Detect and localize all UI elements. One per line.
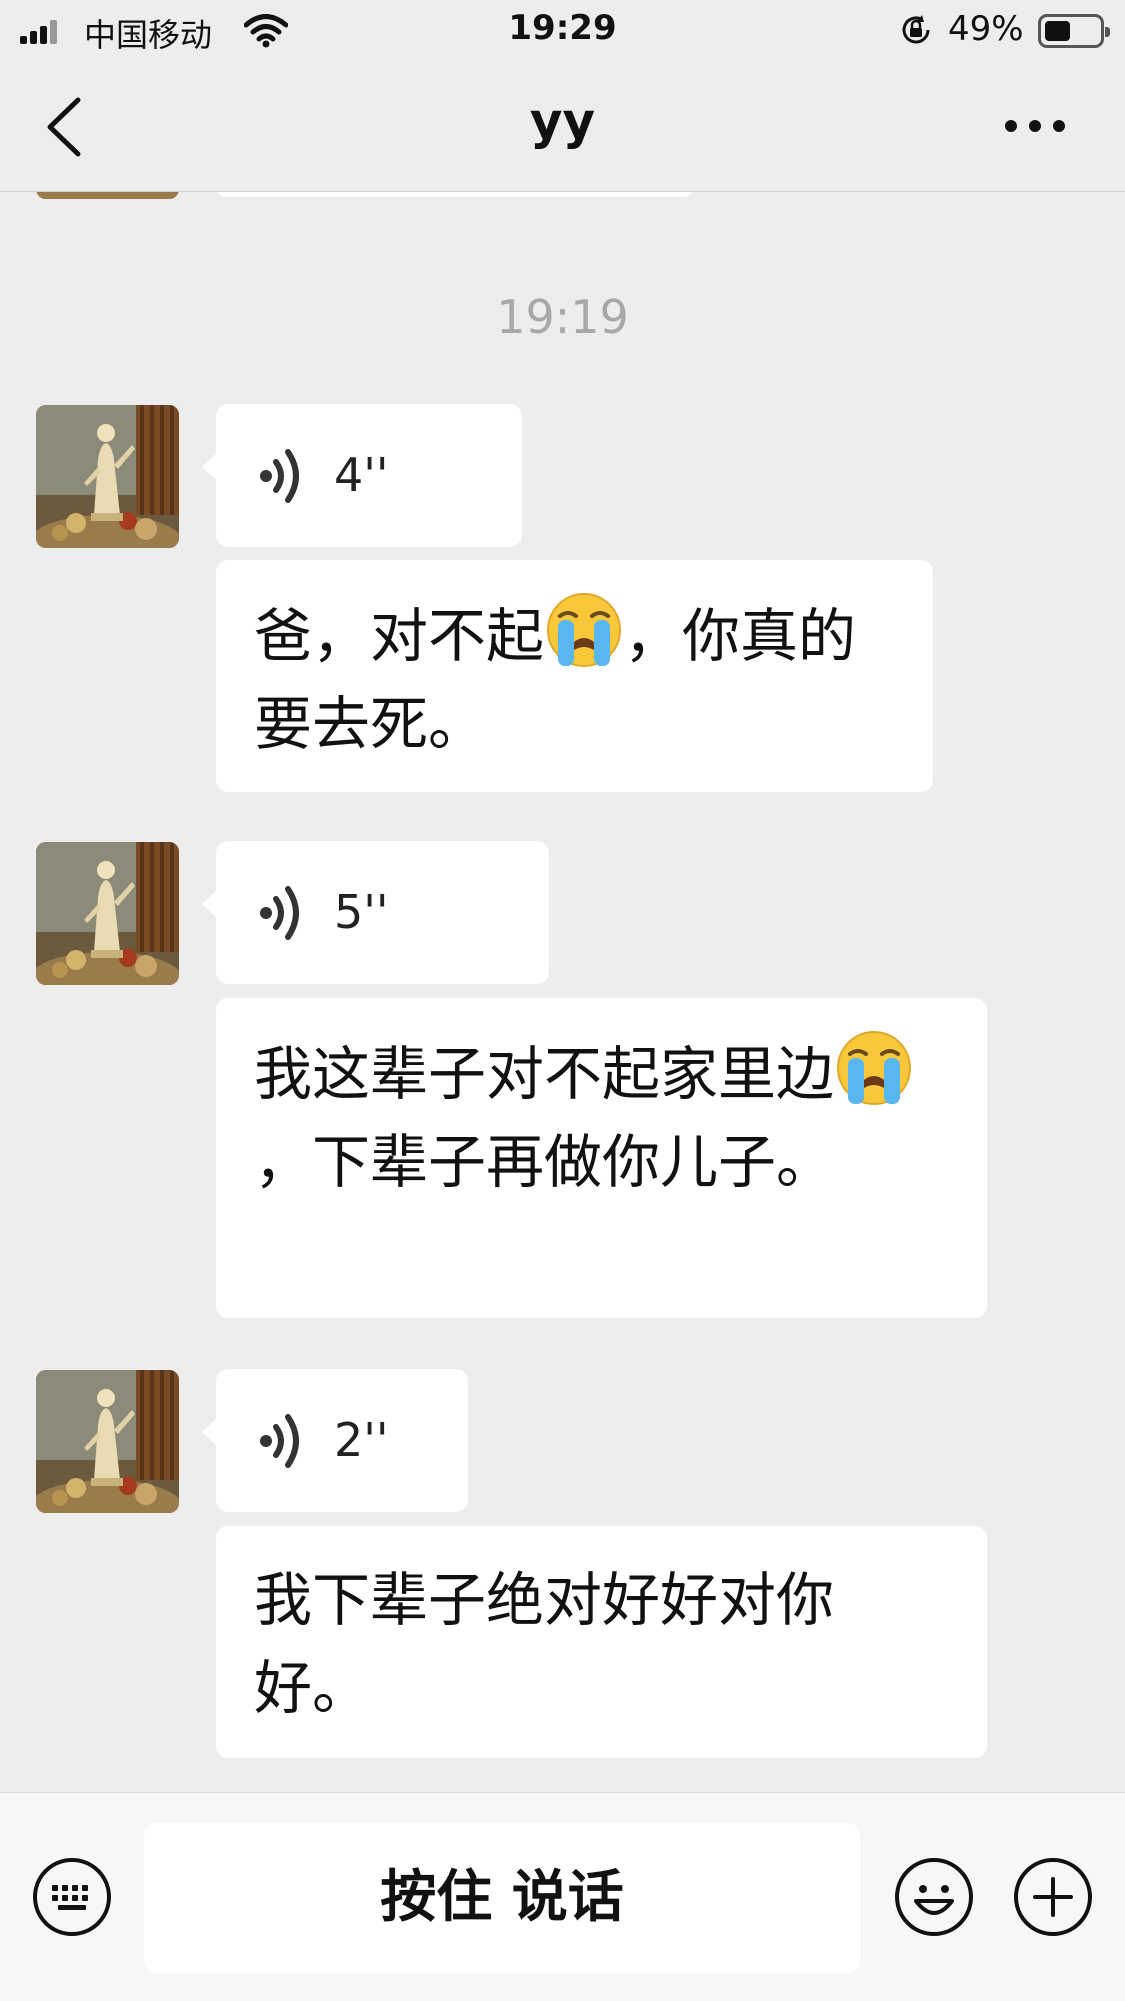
chat-area[interactable]: 19:19 4'' 爸，对不起 ，你真的要去死。 5'' 我这辈子对不起家里边 ，下… [0,192,1125,1792]
emoji-icon[interactable] [894,1857,974,1937]
voice-duration: 5'' [334,885,389,939]
voice-message-bubble[interactable]: 4'' [202,404,522,547]
plus-icon[interactable] [1013,1857,1093,1937]
chat-title: yy [529,92,596,150]
status-bar: 中国移动 19:29 49% [0,0,1125,62]
voice-wave-icon [258,883,306,943]
voice-wave-icon [258,446,306,506]
orientation-lock-icon [902,15,930,44]
input-toolbar: 按住 说话 [0,1792,1125,2001]
battery-icon [1038,14,1110,48]
voice-duration: 2'' [334,1413,389,1467]
message-text: 我这辈子对不起家里边 [254,1040,835,1108]
loudly-crying-face-emoji [544,590,624,670]
avatar[interactable] [36,192,179,199]
message-text: ，下辈子再做你儿子。 [254,1128,835,1196]
message-bubble[interactable] [216,192,694,197]
message-text: 我下辈子绝对好好对你好。 [254,1566,835,1722]
text-message-bubble[interactable]: 爸，对不起 ，你真的要去死。 [216,560,933,792]
voice-wave-icon [258,1411,306,1471]
avatar[interactable] [36,405,179,548]
voice-duration: 4'' [334,448,389,502]
voice-message-bubble[interactable]: 5'' [202,841,549,984]
keyboard-icon[interactable] [32,1857,112,1937]
hold-to-talk-button[interactable]: 按住 说话 [144,1823,860,1973]
avatar[interactable] [36,842,179,985]
avatar[interactable] [36,1370,179,1513]
nav-bar: yy [0,62,1125,192]
more-icon[interactable] [1000,114,1070,138]
message-timestamp: 19:19 [496,290,629,344]
loudly-crying-face-emoji [834,1028,914,1108]
message-text: 爸，对不起 [254,602,545,670]
text-message-bubble[interactable]: 我下辈子绝对好好对你好。 [216,1526,987,1758]
battery-percent: 49% [948,9,1024,49]
text-message-bubble[interactable]: 我这辈子对不起家里边 ，下辈子再做你儿子。 [216,998,987,1318]
voice-message-bubble[interactable]: 2'' [202,1369,468,1512]
